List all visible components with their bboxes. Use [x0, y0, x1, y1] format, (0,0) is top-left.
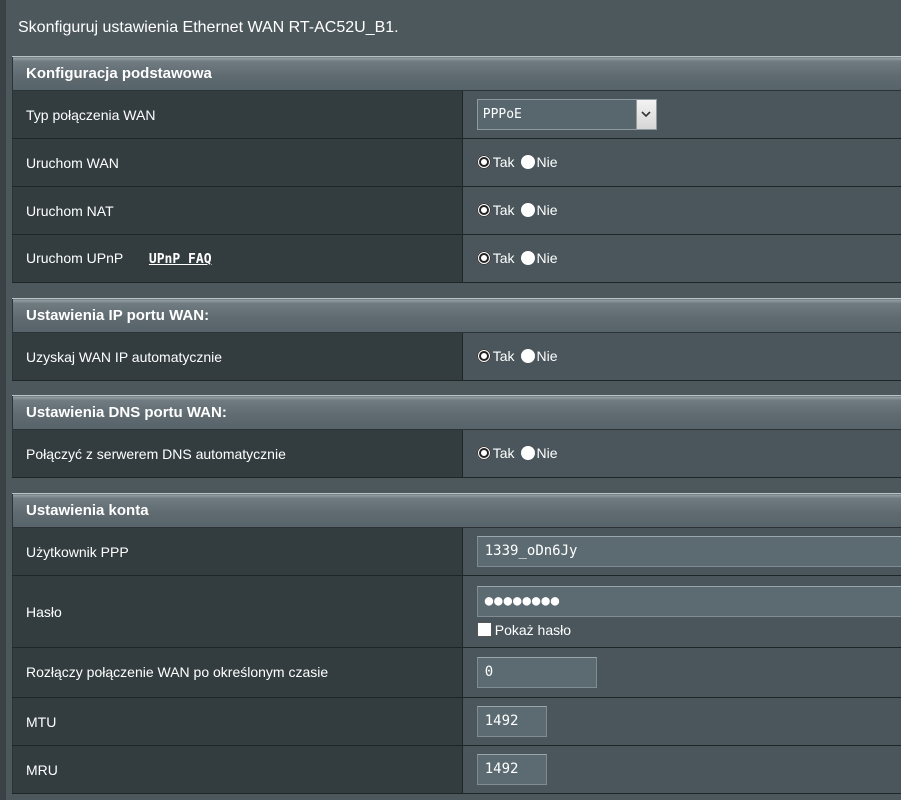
wan-dns-header: Ustawienia DNS portu WAN: [12, 395, 901, 430]
password-row: Hasło ●●●●●●●● Pokaż hasło [12, 575, 901, 648]
ppp-user-row: Użytkownik PPP 1339_oDn6Jy [12, 527, 901, 576]
auto-ip-label: Uzyskaj WAN IP automatycznie [12, 332, 463, 381]
wan-ip-section: Ustawienia IP portu WAN: Uzyskaj WAN IP … [12, 298, 901, 381]
enable-upnp-label: Uruchom UPnP [26, 250, 124, 266]
enable-wan-row: Uruchom WAN Tak Nie [12, 138, 901, 187]
enable-wan-yes-label: Tak [492, 153, 515, 170]
auto-dns-yes-label: Tak [492, 444, 515, 461]
auto-dns-row: Połączyć z serwerem DNS automatycznie Ta… [12, 429, 901, 478]
account-header: Ustawienia konta [12, 493, 901, 528]
chevron-down-icon[interactable] [635, 100, 656, 129]
wan-type-select[interactable]: PPPoE [476, 99, 657, 130]
password-label: Hasło [12, 575, 463, 648]
mtu-row: MTU 1492 [12, 697, 901, 746]
upnp-faq-link[interactable]: UPnP FAQ [149, 252, 212, 267]
enable-nat-yes-radio[interactable] [476, 202, 491, 217]
show-password-label: Pokaż hasło [494, 621, 572, 638]
enable-upnp-radio-group: Tak Nie [476, 249, 564, 266]
wan-type-selected-value: PPPoE [482, 107, 522, 122]
enable-nat-row: Uruchom NAT Tak Nie [12, 186, 901, 235]
auto-dns-no-radio[interactable] [520, 445, 535, 460]
enable-nat-label: Uruchom NAT [12, 186, 463, 235]
auto-ip-row: Uzyskaj WAN IP automatycznie Tak Nie [12, 332, 901, 381]
enable-wan-no-radio[interactable] [520, 154, 535, 169]
wan-type-label: Typ połączenia WAN [12, 90, 463, 139]
auto-dns-radio-group: Tak Nie [476, 444, 564, 461]
enable-upnp-no-radio[interactable] [520, 250, 535, 265]
enable-nat-no-radio[interactable] [520, 202, 535, 217]
basic-config-header: Konfiguracja podstawowa [12, 56, 901, 91]
idle-timeout-input[interactable]: 0 [476, 657, 597, 688]
enable-upnp-no-label: Nie [536, 249, 558, 266]
enable-nat-yes-label: Tak [492, 201, 515, 218]
enable-wan-radio-group: Tak Nie [476, 153, 564, 170]
auto-ip-yes-radio[interactable] [476, 348, 491, 363]
auto-ip-no-label: Nie [536, 347, 558, 364]
mtu-input[interactable]: 1492 [476, 706, 547, 737]
enable-wan-label: Uruchom WAN [12, 138, 463, 187]
account-section: Ustawienia konta Użytkownik PPP 1339_oDn… [12, 493, 901, 794]
auto-dns-label: Połączyć z serwerem DNS automatycznie [12, 429, 463, 478]
left-edge-border [0, 0, 6, 800]
show-password-checkbox[interactable] [476, 622, 492, 637]
idle-timeout-label: Rozłączy połączenie WAN po określonym cz… [12, 647, 463, 698]
auto-ip-yes-label: Tak [492, 347, 515, 364]
enable-upnp-yes-radio[interactable] [476, 250, 491, 265]
mru-row: MRU 1492 [12, 745, 901, 794]
auto-ip-no-radio[interactable] [520, 348, 535, 363]
enable-wan-yes-radio[interactable] [476, 154, 491, 169]
enable-upnp-row: Uruchom UPnP UPnP FAQ Tak Nie [12, 234, 901, 283]
idle-timeout-row: Rozłączy połączenie WAN po określonym cz… [12, 647, 901, 698]
enable-nat-radio-group: Tak Nie [476, 201, 564, 218]
enable-nat-no-label: Nie [536, 201, 558, 218]
wan-dns-section: Ustawienia DNS portu WAN: Połączyć z ser… [12, 395, 901, 478]
settings-page: Skonfiguruj ustawienia Ethernet WAN RT-A… [0, 0, 901, 800]
mru-input[interactable]: 1492 [476, 754, 547, 785]
password-input[interactable]: ●●●●●●●● [476, 585, 901, 617]
auto-ip-radio-group: Tak Nie [476, 347, 564, 364]
wan-type-row: Typ połączenia WAN PPPoE [12, 90, 901, 139]
enable-wan-no-label: Nie [536, 153, 558, 170]
mtu-label: MTU [12, 697, 463, 746]
wan-ip-header: Ustawienia IP portu WAN: [12, 298, 901, 333]
auto-dns-yes-radio[interactable] [476, 445, 491, 460]
ppp-user-label: Użytkownik PPP [12, 527, 463, 576]
show-password-option: Pokaż hasło [476, 621, 901, 638]
auto-dns-no-label: Nie [536, 444, 558, 461]
enable-upnp-yes-label: Tak [492, 249, 515, 266]
page-title: Skonfiguruj ustawienia Ethernet WAN RT-A… [18, 19, 399, 36]
basic-config-section: Konfiguracja podstawowa Typ połączenia W… [12, 56, 901, 283]
ppp-user-input[interactable]: 1339_oDn6Jy [476, 536, 901, 567]
mru-label: MRU [12, 745, 463, 794]
